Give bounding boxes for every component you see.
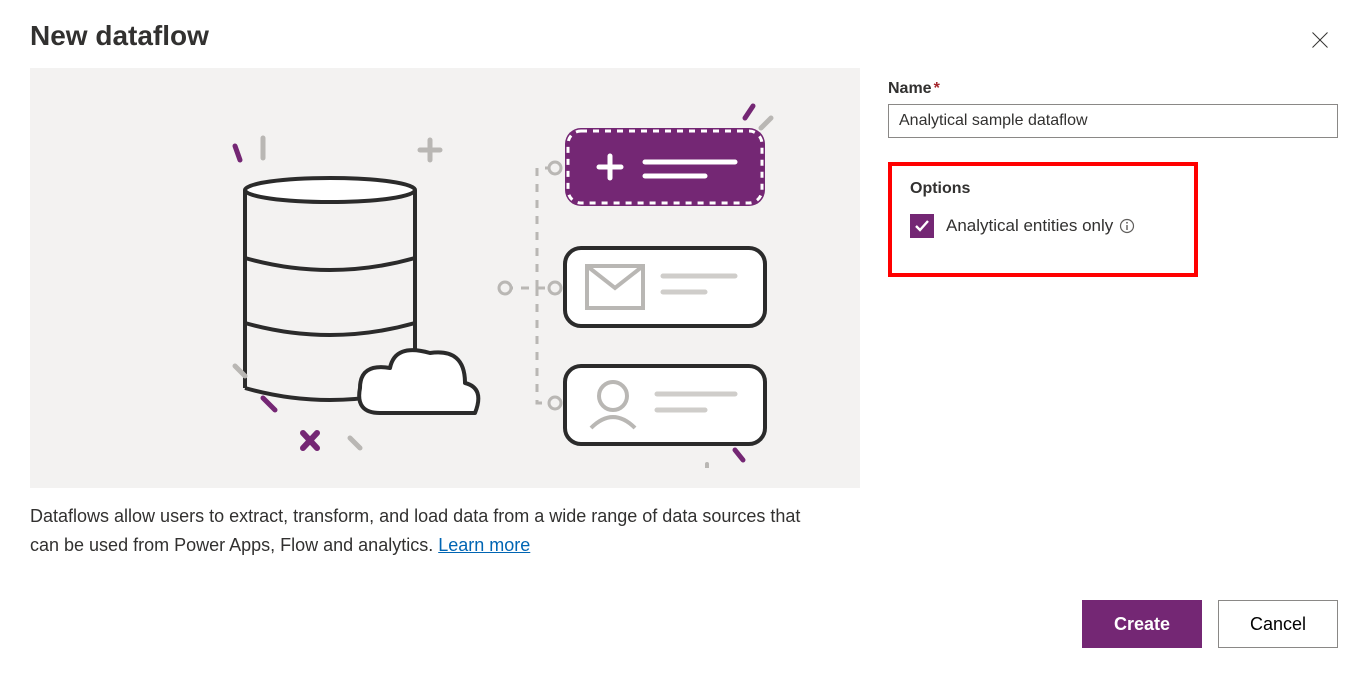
name-label-text: Name (888, 80, 932, 97)
create-button[interactable]: Create (1082, 600, 1202, 648)
name-input[interactable] (888, 104, 1338, 138)
info-icon[interactable] (1119, 218, 1135, 234)
dialog-title: New dataflow (30, 20, 1338, 52)
dialog-description: Dataflows allow users to extract, transf… (30, 502, 830, 560)
description-text: Dataflows allow users to extract, transf… (30, 506, 800, 555)
dataflow-illustration (30, 68, 860, 488)
cancel-button[interactable]: Cancel (1218, 600, 1338, 648)
name-label: Name* (888, 80, 1338, 98)
dialog-body: Dataflows allow users to extract, transf… (30, 68, 1338, 578)
new-dataflow-dialog: New dataflow (0, 0, 1368, 678)
analytical-entities-label: Analytical entities only (946, 216, 1113, 236)
close-icon (1310, 30, 1330, 50)
options-heading: Options (910, 180, 1176, 198)
right-column: Name* Options Analytical entities only (888, 68, 1338, 277)
left-column: Dataflows allow users to extract, transf… (30, 68, 860, 578)
learn-more-link[interactable]: Learn more (438, 535, 530, 555)
required-asterisk: * (934, 80, 940, 97)
close-button[interactable] (1310, 30, 1330, 50)
analytical-entities-checkbox[interactable] (910, 214, 934, 238)
options-section-highlight: Options Analytical entities only (888, 162, 1198, 277)
checkmark-icon (914, 218, 930, 234)
dialog-footer: Create Cancel (1082, 600, 1338, 648)
analytical-entities-checkbox-row: Analytical entities only (910, 214, 1176, 238)
